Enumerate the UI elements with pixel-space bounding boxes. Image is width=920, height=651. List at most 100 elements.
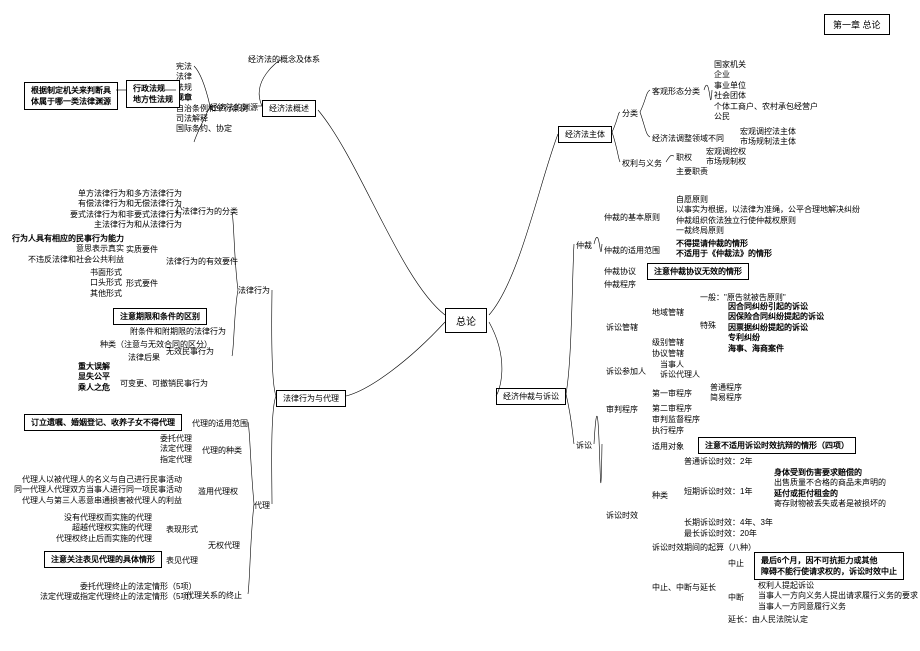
s1-src-2: 法规 [176, 83, 248, 93]
s4-2-4a-box: 注意不适用诉讼时效抗辩的情形（四项） [698, 437, 856, 454]
s3-2-4a-items: 没有代理权而实施的代理 超越代理权实施的代理 代理权终止后而实施的代理 [56, 513, 152, 544]
s3-2-5-1: 法定代理或指定代理终止的法定情形（5项） [40, 592, 196, 602]
s3-2-2-1: 法定代理 [160, 444, 192, 454]
s4-2-2: 诉讼参加人 [606, 366, 646, 377]
chapter-title-box: 第一章 总论 [824, 14, 890, 35]
s4-2-3a: 第一审程序 [652, 388, 692, 399]
s4-1-3-box-t: 注意仲裁协议无效的情形 [654, 267, 742, 276]
s1-src-3: 规章 [176, 93, 248, 103]
s4-2-4d2-2: 当事人一方同意履行义务 [758, 602, 918, 612]
s3-2-2-items: 委托代理 法定代理 指定代理 [160, 434, 192, 465]
s3-2-4a-0: 没有代理权而实施的代理 [56, 513, 152, 523]
s2-sub2a-items: 宏观调控权 市场规制权 [706, 147, 746, 168]
s3-1-3a-box-t: 注意期限和条件的区别 [120, 312, 200, 321]
s3-2-1: 代理的适用范围 [192, 418, 248, 429]
s3-1-3c2-2: 乘人之危 [78, 383, 110, 393]
s3-2-4a-2: 代理权终止后而实施的代理 [56, 534, 152, 544]
s4-2-4b2-items: 身体受到伤害要求赔偿的 出售质量不合格的商品未声明的 延付或拒付租金的 寄存财物… [774, 468, 886, 510]
s4-2-1a2-items: 因合同纠纷引起的诉讼 因保险合同纠纷提起的诉讼 因票据纠纷提起的诉讼 专利纠纷 … [728, 302, 824, 354]
s3-1-1: 法律行为的分类 [182, 206, 238, 217]
s4-2-4d1: 中止 [728, 558, 744, 569]
s1-src-1: 法律 [176, 72, 248, 82]
s1-badge1b: 地方性法规 [133, 94, 173, 105]
s4-2-4d1-box-l1: 最后6个月，因不可抗拒力或其他 [761, 555, 897, 566]
s3-1-3c2-0: 重大误解 [78, 362, 110, 372]
s2-1a-0: 国家机关 [714, 60, 818, 70]
s4-2-1a2-4: 海事、海商案件 [728, 344, 824, 354]
s2-2a-0: 宏观调控权 [706, 147, 746, 157]
s3-2-3-0: 代理人以被代理人的名义与自己进行民事活动 [14, 475, 182, 485]
s4-2-1a2-1: 因保险合同纠纷提起的诉讼 [728, 312, 824, 322]
s4-sub1: 仲裁 [576, 240, 592, 251]
s3-1-2b-2: 其他形式 [90, 289, 122, 299]
s3-1-2b-items: 书面形式 口头形式 其他形式 [90, 268, 122, 299]
s3-2-2: 代理的种类 [202, 445, 242, 456]
s2-sub1b: 经济法调整领域不同 [652, 133, 724, 144]
s3-2-3: 滥用代理权 [198, 486, 238, 497]
s4-2-3c: 审判监督程序 [652, 414, 700, 425]
s4-2-3: 审判程序 [606, 404, 638, 415]
s4-2-1b: 级别管辖 [652, 337, 684, 348]
section4-title: 经济仲裁与诉讼 [503, 392, 559, 401]
s4-2-4a: 适用对象 [652, 441, 684, 452]
s3-2-2-0: 委托代理 [160, 434, 192, 444]
s2-sub1b-items: 宏观调控法主体 市场规制法主体 [740, 127, 796, 148]
s4-2-4d1-box-l2: 障碍不能行使请求权的，诉讼时效中止 [761, 566, 897, 577]
s3-2-4: 无权代理 [208, 540, 240, 551]
s3-1-3c: 法律后果 [128, 352, 160, 363]
s3-2-3-2: 代理人与第三人恶意串通损害被代理人的利益 [14, 496, 182, 506]
s1-src-6: 国际条约、协定 [176, 124, 248, 134]
s3-2-4a: 表现形式 [166, 524, 198, 535]
s2-sub1a-items: 国家机关 企业 事业单位 社会团体 个体工商户、农村承包经营户 公民 [714, 60, 818, 122]
s3-2-1-box-t: 订立遗嘱、婚姻登记、收养子女不得代理 [31, 418, 175, 427]
s4-2-4c: 诉讼时效期间的起算（八种） [652, 542, 756, 553]
s3-sub2: 代理 [254, 500, 270, 511]
s2-1a-3: 社会团体 [714, 91, 818, 101]
s3-1-3c2-items: 重大误解 显失公平 乘人之危 [78, 362, 110, 393]
section2-box: 经济法主体 [558, 126, 612, 143]
s3-1-2b-0: 书面形式 [90, 268, 122, 278]
s1-note1-l2: 体属于哪一类法律渊源 [31, 96, 111, 107]
s4-1-1-2: 仲裁组织依法独立行使仲裁权原则 [676, 216, 860, 226]
s4-2-3a-items: 普通程序 简易程序 [710, 383, 742, 404]
s4-2-3a-1: 简易程序 [710, 393, 742, 403]
s4-2-2-1: 诉讼代理人 [660, 370, 700, 380]
s3-1-2a-0: 行为人具有相应的民事行为能力 [12, 234, 124, 244]
section1-title: 经济法概述 [269, 104, 309, 113]
s3-1-3c1: 无效民事行为 [166, 346, 214, 357]
s1-sources: 宪法 法律 法规 规章 自治条例和单行条例 司法解释 国际条约、协定 [176, 62, 248, 135]
s4-1-1-items: 自愿原则 以事实为根据，以法律为准绳，公平合理地解决纠纷 仲裁组织依法独立行使仲… [676, 195, 860, 237]
s3-1-2a: 实质要件 [126, 244, 158, 255]
s3-2-4b-box-t: 注意关注表见代理的具体情形 [51, 555, 155, 564]
s4-2-2-0: 当事人 [660, 360, 700, 370]
s4-2-3d: 执行程序 [652, 425, 684, 436]
s3-2-2-2: 指定代理 [160, 455, 192, 465]
s4-1-4: 仲裁程序 [604, 279, 636, 290]
s4-2-3a-0: 普通程序 [710, 383, 742, 393]
s4-1-3-box: 注意仲裁协议无效的情形 [647, 263, 749, 280]
s4-2-4d2-0: 权利人提起诉讼 [758, 581, 918, 591]
section4-box: 经济仲裁与诉讼 [496, 388, 566, 405]
s1-src-0: 宪法 [176, 62, 248, 72]
s3-1-1-0: 单方法律行为和多方法律行为 [70, 189, 182, 199]
s2-1b-0: 宏观调控法主体 [740, 127, 796, 137]
s4-2-1a: 地域管辖 [652, 307, 684, 318]
s3-2-4a-1: 超越代理权实施的代理 [56, 523, 152, 533]
section3-title: 法律行为与代理 [283, 394, 339, 403]
section3-box: 法律行为与代理 [276, 390, 346, 407]
section1-box: 经济法概述 [262, 100, 316, 117]
s4-2-4: 诉讼时效 [606, 510, 638, 521]
s2-sub1a: 客观形态分类 [652, 86, 700, 97]
s1-note1: 根据制定机关来判断具 体属于哪一类法律渊源 [24, 82, 118, 110]
s2-sub1: 分类 [622, 108, 638, 119]
s3-1-1-1: 有偿法律行为和无偿法律行为 [70, 199, 182, 209]
s4-2-1a2-2: 因票据纠纷提起的诉讼 [728, 323, 824, 333]
s4-1-1-0: 自愿原则 [676, 195, 860, 205]
s1-note1-l1: 根据制定机关来判断具 [31, 85, 111, 96]
s3-2-4b-box: 注意关注表见代理的具体情形 [44, 551, 162, 568]
s1-badge1: 行政法规 地方性法规 [126, 80, 180, 108]
s4-2-4b: 种类 [652, 490, 668, 501]
s2-sub2b: 主要职责 [676, 166, 708, 177]
s3-1-2a-1: 意思表示真实 [12, 244, 124, 254]
s3-1-3c2: 可变更、可撤销民事行为 [120, 378, 208, 389]
